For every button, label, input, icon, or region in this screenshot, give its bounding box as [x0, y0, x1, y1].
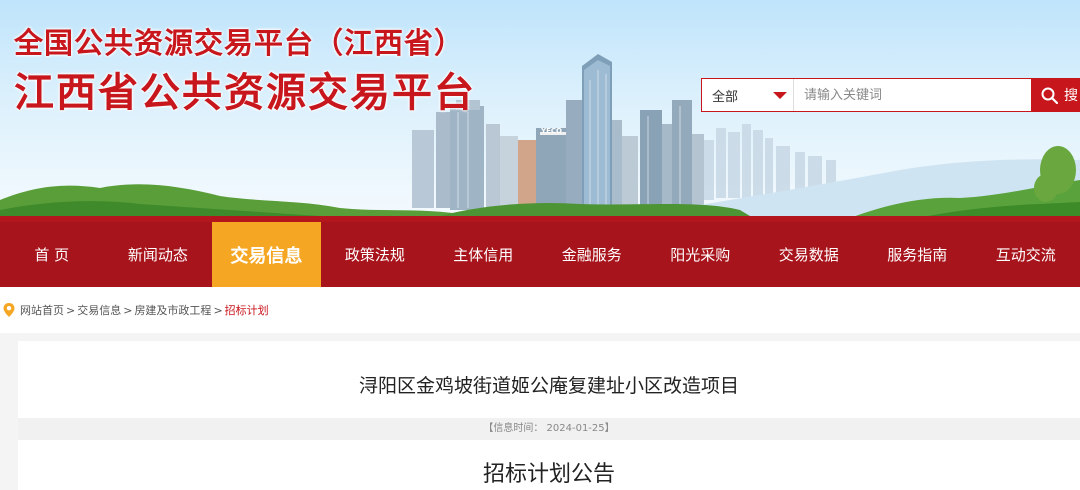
building-sign-text: YECO	[540, 127, 562, 135]
breadcrumb-separator: >	[66, 303, 76, 317]
breadcrumb-trading-info[interactable]: 交易信息	[77, 302, 121, 318]
nav-item-guide[interactable]: 服务指南	[863, 222, 971, 287]
article-title: 浔阳区金鸡坡街道姬公庵复建址小区改造项目	[358, 375, 739, 397]
platform-title: 江西省公共资源交易平台	[14, 70, 476, 116]
breadcrumb-home[interactable]: 网站首页	[20, 302, 64, 318]
nav-item-finance[interactable]: 金融服务	[538, 222, 646, 287]
search-button[interactable]: 搜	[1031, 79, 1079, 111]
breadcrumb-construction[interactable]: 房建及市政工程	[134, 302, 211, 318]
nav-item-policy[interactable]: 政策法规	[321, 222, 429, 287]
article-panel: 浔阳区金鸡坡街道姬公庵复建址小区改造项目 【信息时间： 2024-01-25】 …	[18, 341, 1080, 490]
platform-subtitle: 全国公共资源交易平台（江西省）	[14, 26, 465, 60]
nav-item-news[interactable]: 新闻动态	[104, 222, 212, 287]
search-button-label: 搜	[1064, 88, 1078, 104]
nav-item-data[interactable]: 交易数据	[755, 222, 863, 287]
breadcrumb-separator: >	[213, 303, 223, 317]
breadcrumb-separator: >	[123, 303, 133, 317]
nav-item-credit[interactable]: 主体信用	[429, 222, 537, 287]
caret-down-icon	[773, 92, 787, 99]
search-bar: 全部 搜	[701, 78, 1080, 112]
article-meta: 【信息时间： 2024-01-25】	[18, 418, 1080, 440]
nav-item-procurement[interactable]: 阳光采购	[646, 222, 754, 287]
nav-item-home[interactable]: 首 页	[0, 222, 104, 287]
nav-item-interaction[interactable]: 互动交流	[971, 222, 1079, 287]
search-icon	[1041, 87, 1058, 104]
search-scope-value: 全部	[712, 89, 739, 105]
search-scope-select[interactable]: 全部	[702, 79, 794, 111]
location-pin-icon	[3, 303, 15, 317]
search-input[interactable]	[794, 79, 1031, 111]
breadcrumb: 网站首页 > 交易信息 > 房建及市政工程 > 招标计划	[0, 287, 1080, 333]
main-nav: 首 页 新闻动态 交易信息 政策法规 主体信用 金融服务 阳光采购 交易数据 服…	[0, 222, 1080, 287]
nav-item-trading-info[interactable]: 交易信息	[212, 222, 321, 287]
breadcrumb-bidding-plan[interactable]: 招标计划	[225, 302, 269, 318]
article-subtitle: 招标计划公告	[482, 462, 615, 487]
